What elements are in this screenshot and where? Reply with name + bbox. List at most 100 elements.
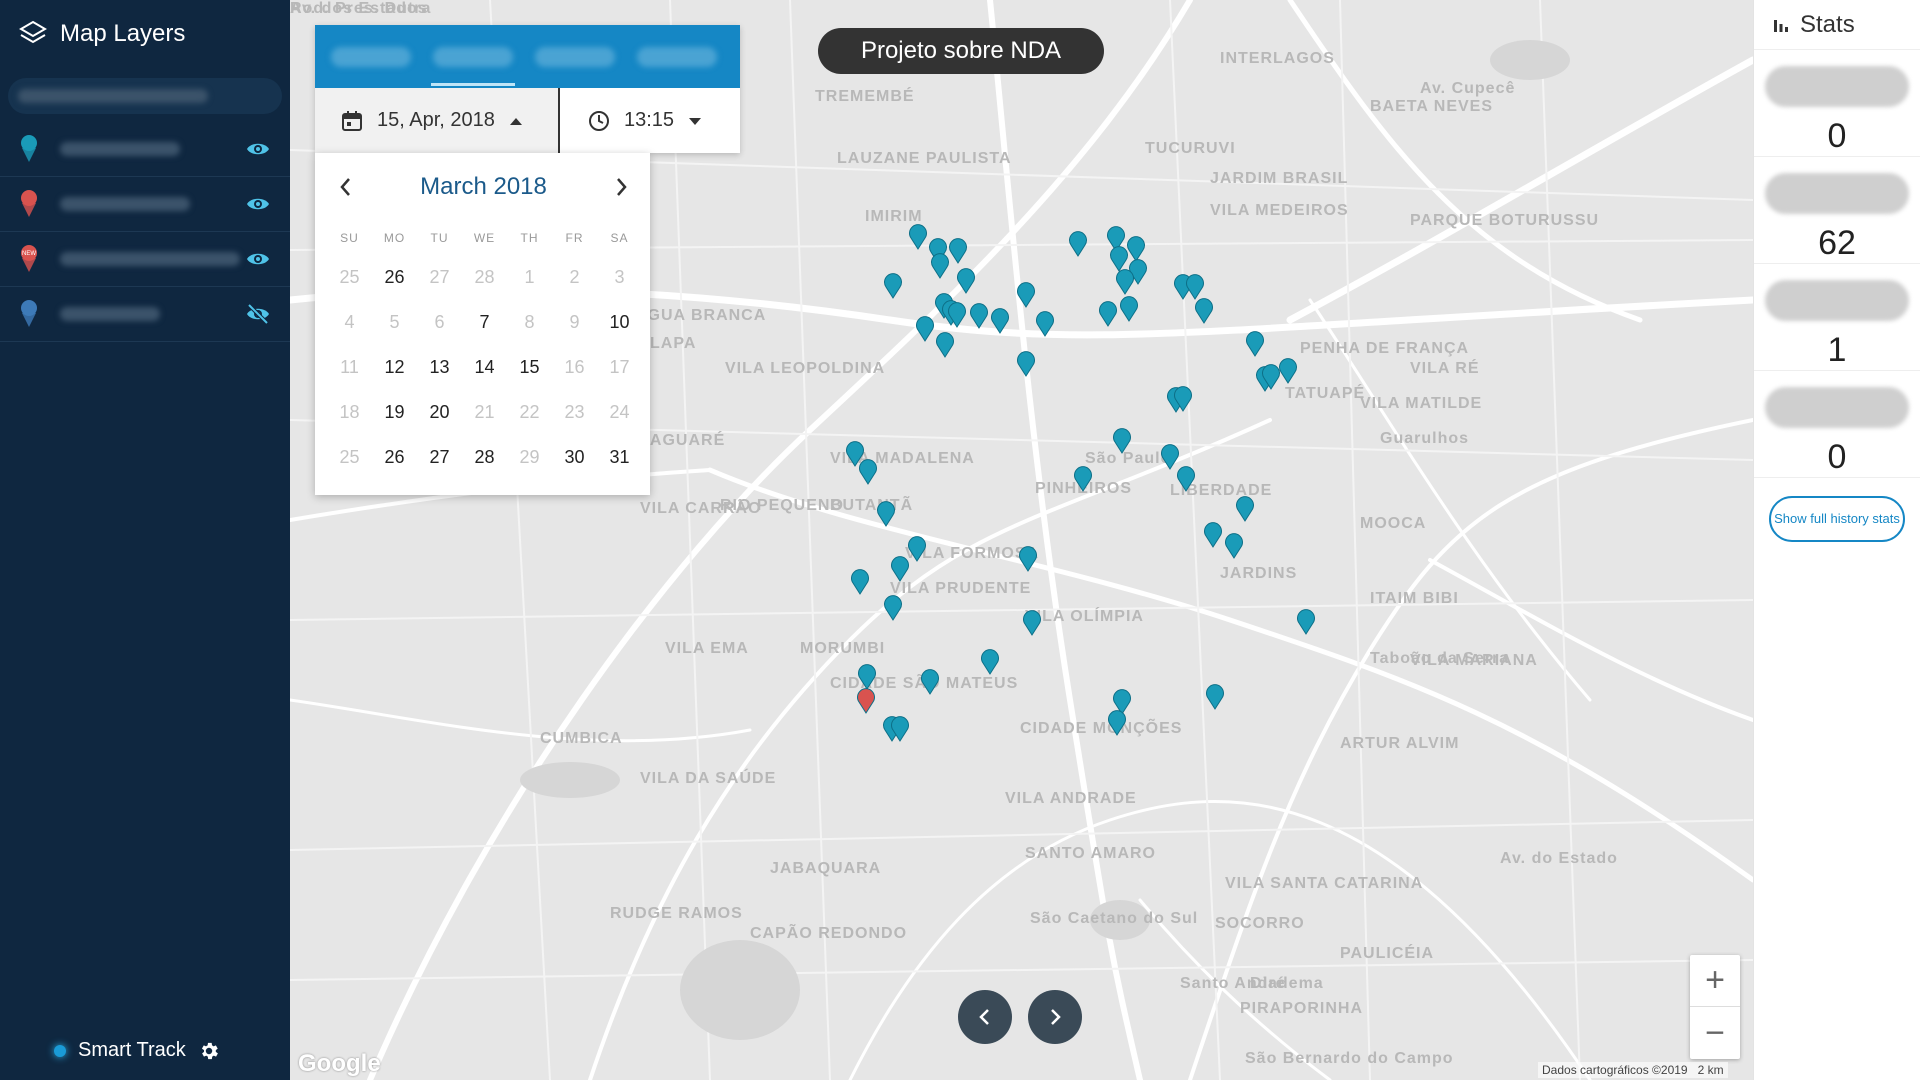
map-marker[interactable] [935,332,955,358]
eye-icon[interactable] [246,247,270,271]
map-marker[interactable] [930,253,950,279]
map-place-label: MOOCA [1360,515,1427,532]
eye-icon[interactable] [246,137,270,161]
calendar-day[interactable]: 12 [372,345,417,390]
calendar-day[interactable]: 14 [462,345,507,390]
date-tabs [315,25,740,88]
map-marker[interactable] [1278,358,1298,384]
eye-icon[interactable] [246,192,270,216]
calendar-day[interactable]: 28 [462,435,507,480]
map-marker[interactable] [883,595,903,621]
map-marker[interactable] [1022,610,1042,636]
map-marker[interactable] [1035,311,1055,337]
smart-track-footer: Smart Track [0,1039,290,1062]
map-marker[interactable] [876,501,896,527]
map-marker[interactable] [1176,466,1196,492]
map-marker[interactable] [883,273,903,299]
map-marker[interactable] [1235,496,1255,522]
map-marker[interactable] [915,316,935,342]
calendar-day[interactable]: 26 [372,435,417,480]
zoom-out-button[interactable]: − [1690,1007,1740,1059]
date-picker-field[interactable]: 15, Apr, 2018 [315,88,560,153]
chevron-left-icon[interactable] [337,176,355,198]
map-marker[interactable] [947,302,967,328]
project-chip[interactable]: Projeto sobre NDA [818,28,1104,74]
map-marker[interactable] [1115,269,1135,295]
date-panel: 15, Apr, 2018 13:15 [315,25,740,153]
layer-row[interactable] [0,287,290,342]
calendar-day[interactable]: 20 [417,390,462,435]
map-marker[interactable] [948,238,968,264]
time-picker-field[interactable]: 13:15 [560,109,702,132]
calendar-day: 25 [339,267,360,287]
map-marker[interactable] [1119,296,1139,322]
map-marker[interactable] [890,716,910,742]
map-marker[interactable] [1261,364,1281,390]
map-marker[interactable] [857,664,877,690]
map-place-label: PENHA DE FRANÇA [1300,340,1470,357]
eye-off-icon[interactable] [246,302,270,326]
map-marker[interactable] [1205,684,1225,710]
map-marker[interactable] [1018,546,1038,572]
calendar-day[interactable]: 13 [417,345,462,390]
map-marker[interactable] [920,669,940,695]
map-place-label: Diadema [1250,975,1324,992]
map-place-label: LAUZANE PAULISTA [837,150,1012,167]
map-marker[interactable] [1068,231,1088,257]
next-button[interactable] [1028,990,1082,1044]
map-marker[interactable] [1098,301,1118,327]
previous-button[interactable] [958,990,1012,1044]
map-marker[interactable] [956,268,976,294]
layer-search[interactable] [8,78,282,114]
map-marker[interactable] [856,688,876,714]
map-marker[interactable] [1296,609,1316,635]
gear-icon[interactable] [198,1040,220,1062]
map-marker[interactable] [850,569,870,595]
layer-row[interactable] [0,177,290,232]
calendar-day: 22 [519,402,540,422]
map-marker[interactable] [980,649,1000,675]
map-marker[interactable] [1107,710,1127,736]
map-marker[interactable] [858,459,878,485]
zoom-in-button[interactable]: + [1690,955,1740,1007]
map-marker[interactable] [1245,331,1265,357]
calendar-day[interactable]: 31 [597,435,642,480]
map-marker[interactable] [1173,386,1193,412]
map-place-label: CAPÃO REDONDO [750,925,908,942]
calendar-day[interactable]: 19 [372,390,417,435]
tab-2[interactable] [427,40,519,86]
map-marker[interactable] [908,224,928,250]
map-marker[interactable] [1016,351,1036,377]
calendar-day[interactable]: 7 [462,300,507,345]
map-attribution[interactable]: Dados cartográficos ©2019 2 km [1538,1062,1728,1078]
map-marker[interactable] [1185,274,1205,300]
map-marker[interactable] [1194,298,1214,324]
map-marker[interactable] [1073,466,1093,492]
map-place-label: VILA MATILDE [1360,395,1483,412]
map-marker[interactable] [1203,522,1223,548]
calendar-day[interactable]: 26 [372,255,417,300]
status-dot [54,1044,66,1057]
map-marker[interactable] [1112,428,1132,454]
chevron-right-icon[interactable] [612,176,630,198]
map-marker[interactable] [1224,533,1244,559]
tab-1[interactable] [325,40,417,74]
show-history-button[interactable]: Show full history stats [1769,496,1905,542]
layer-row[interactable]: NEW [0,232,290,287]
layer-row[interactable] [0,122,290,177]
map-marker[interactable] [1016,282,1036,308]
calendar-day[interactable]: 30 [552,435,597,480]
map-marker[interactable] [990,308,1010,334]
map-marker[interactable] [969,303,989,329]
map-place-label: RUDGE RAMOS [610,905,743,922]
tab-3[interactable] [529,40,621,74]
map-marker[interactable] [907,536,927,562]
map-place-label: VILA LEOPOLDINA [725,360,886,377]
map-marker[interactable] [890,556,910,582]
calendar-day[interactable]: 10 [597,300,642,345]
tab-4[interactable] [631,40,723,74]
calendar-day[interactable]: 15 [507,345,552,390]
map-place-label: TREMEMBÉ [815,88,915,105]
calendar-day[interactable]: 27 [417,435,462,480]
map-place-label: CIDADE MONÇÕES [1020,720,1183,737]
